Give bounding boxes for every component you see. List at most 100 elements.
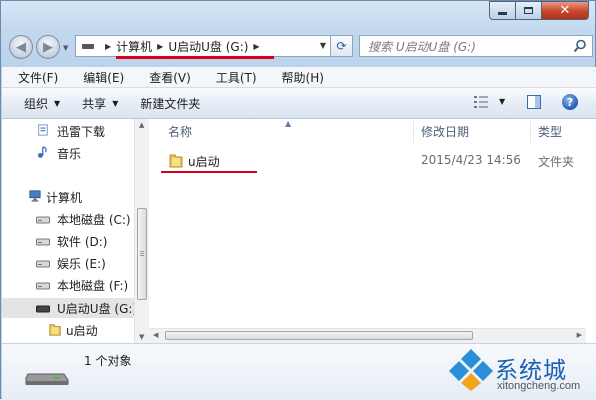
maximize-button[interactable] [516,1,542,20]
breadcrumb-computer[interactable]: 计算机 [116,38,152,55]
scroll-up-icon[interactable]: ▲ [139,121,144,129]
close-button[interactable]: ✕ [542,1,589,20]
watermark-url: xitongcheng.com [497,380,581,392]
scroll-left-icon[interactable]: ◀ [153,331,158,339]
computer-icon [29,190,41,202]
search-input[interactable] [366,37,570,57]
back-arrow-icon: ◀ [16,39,26,55]
folder-icon [49,324,61,336]
nav-item-folder-ustart[interactable]: u启动 [2,320,134,340]
thunder-download-icon [38,124,48,136]
breadcrumb-separator-icon[interactable]: ▶ [157,42,163,51]
forward-button[interactable]: ▶ [36,35,60,59]
search-icon[interactable] [573,39,587,53]
navigation-pane: 迅雷下载 音乐 计算机 本地磁盘 (C:) 软件 (D:) 娱乐 (E:) 本地… [2,119,149,343]
address-bar[interactable]: ▶ 计算机 ▶ U启动U盘 (G:) ▶ ▼ [75,35,331,57]
nav-item-label: 软件 (D:) [57,234,108,249]
file-name[interactable]: u启动 [188,153,220,170]
breadcrumb-separator-icon[interactable]: ▶ [253,42,259,51]
chevron-down-icon: ▼ [112,98,119,108]
drive-icon [36,216,50,224]
file-modified-date: 2015/4/23 14:56 [421,153,521,167]
close-icon: ✕ [559,3,571,18]
command-bar: 组织 ▼ 共享 ▼ 新建文件夹 ▼ ? [2,88,596,119]
nav-item-computer[interactable]: 计算机 [2,187,134,207]
file-list: ▲ 名称 修改日期 类型 u启动 2015/4/23 14:56 文件夹 ◀ ▶ [149,119,596,343]
recent-pages-dropdown[interactable]: ▼ [63,44,68,52]
refresh-icon: ⟳ [336,39,347,53]
nav-item-local-disk-c[interactable]: 本地磁盘 (C:) [2,209,134,229]
file-type: 文件夹 [538,155,575,169]
column-header-name[interactable]: 名称 [168,123,192,143]
drive-icon [36,238,50,246]
column-header-type[interactable]: 类型 [538,123,562,143]
nav-item-music[interactable]: 音乐 [2,143,134,163]
nav-item-label: 本地磁盘 (F:) [57,278,129,293]
item-count: 1 个对象 [84,354,132,368]
usb-drive-icon [36,305,50,313]
grip-icon [140,251,144,257]
music-icon [38,146,47,158]
nav-item-label: 迅雷下载 [57,124,106,139]
search-box[interactable] [359,35,593,57]
nav-item-local-disk-f[interactable]: 本地磁盘 (F:) [2,275,134,295]
nav-item-label: U启动U盘 (G:) [57,301,138,316]
breadcrumb-usb-drive[interactable]: U启动U盘 (G:) [168,38,248,55]
scroll-down-icon[interactable]: ▼ [139,333,144,341]
organize-button[interactable]: 组织 ▼ [24,95,60,112]
share-button[interactable]: 共享 ▼ [82,95,118,112]
minimize-button[interactable] [489,1,516,20]
nav-item-usb-drive-g[interactable]: U启动U盘 (G:) [2,298,138,318]
address-history-dropdown[interactable]: ▼ [320,41,326,50]
nav-item-label: 计算机 [46,190,83,205]
explorer-window: ✕ ◀ ▶ ▼ ▶ 计算机 ▶ U启动U盘 (G:) ▶ ▼ ⟳ 文件(F) 编… [0,0,596,400]
nav-item-label: 娱乐 (E:) [57,256,106,271]
preview-pane-icon[interactable] [527,95,541,109]
minimize-icon [498,12,507,15]
scrollbar-thumb[interactable] [137,208,147,300]
nav-item-label: u启动 [66,323,98,338]
breadcrumb-separator-icon[interactable]: ▶ [105,42,111,51]
drive-icon [82,43,94,49]
nav-item-label: 音乐 [57,146,82,161]
chevron-down-icon: ▼ [54,98,61,108]
nav-item-entertainment-e[interactable]: 娱乐 (E:) [2,253,134,273]
site-logo-icon [449,349,493,391]
menu-help[interactable]: 帮助(H) [266,69,333,86]
forward-arrow-icon: ▶ [43,39,53,55]
back-button[interactable]: ◀ [9,35,33,59]
column-divider[interactable] [413,121,414,143]
view-dropdown-icon[interactable]: ▼ [499,97,505,106]
menu-file[interactable]: 文件(F) [2,69,67,86]
new-folder-button[interactable]: 新建文件夹 [140,95,200,112]
address-annotation-underline [116,56,274,59]
refresh-button[interactable]: ⟳ [331,35,353,57]
nav-item-thunder-download[interactable]: 迅雷下载 [2,121,134,141]
file-annotation-underline [161,171,257,173]
column-divider[interactable] [530,121,531,143]
share-label: 共享 [82,96,107,111]
drive-icon [36,260,50,268]
maximize-icon [524,7,533,14]
organize-label: 组织 [24,96,49,111]
menu-bar: 文件(F) 编辑(E) 查看(V) 工具(T) 帮助(H) [2,67,596,88]
folder-icon [169,154,183,168]
scroll-right-icon[interactable]: ▶ [577,331,582,339]
nav-item-software-d[interactable]: 软件 (D:) [2,231,134,251]
menu-tools[interactable]: 工具(T) [200,69,266,86]
file-row[interactable]: u启动 2015/4/23 14:56 文件夹 [159,151,596,171]
scrollbar-thumb[interactable] [165,331,473,340]
caption-buttons: ✕ [489,1,589,20]
usb-drive-icon [25,373,69,385]
help-icon[interactable]: ? [562,94,578,110]
view-options-icon[interactable] [474,96,488,108]
nav-item-label: 本地磁盘 (C:) [57,212,131,227]
column-header-date-modified[interactable]: 修改日期 [421,123,469,143]
sort-ascending-icon: ▲ [285,119,292,128]
menu-edit[interactable]: 编辑(E) [67,69,133,86]
menu-view[interactable]: 查看(V) [133,69,200,86]
horizontal-scrollbar[interactable]: ◀ ▶ [149,328,586,343]
drive-icon [36,282,50,290]
navigation-bar: ◀ ▶ ▼ ▶ 计算机 ▶ U启动U盘 (G:) ▶ ▼ ⟳ [9,33,593,61]
navigation-pane-scrollbar[interactable]: ▲ ▼ [134,119,149,343]
